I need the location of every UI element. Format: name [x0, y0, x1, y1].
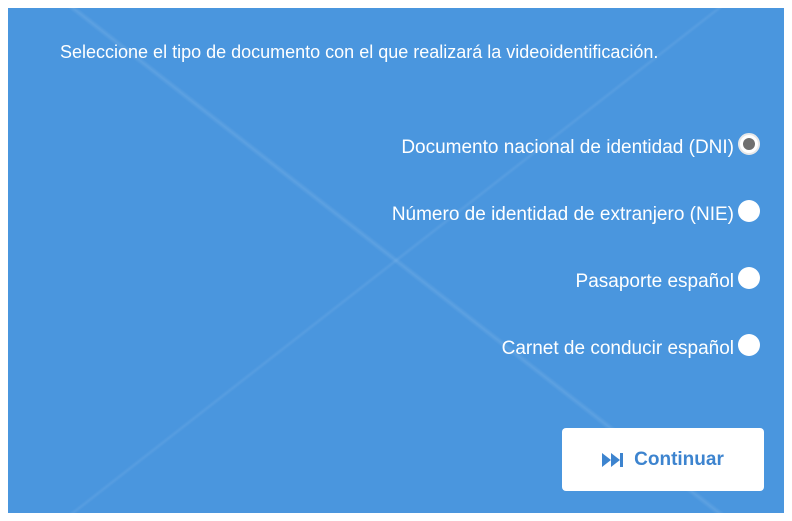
document-selection-panel: Seleccione el tipo de documento con el q…: [8, 8, 784, 513]
radio-carnet[interactable]: [738, 334, 760, 356]
option-nie-label: Número de identidad de extranjero (NIE): [391, 204, 734, 225]
option-pasaporte[interactable]: Pasaporte español: [576, 267, 760, 297]
option-pasaporte-label: Pasaporte español: [575, 271, 734, 292]
option-carnet[interactable]: Carnet de conducir español: [502, 334, 760, 364]
option-nie[interactable]: Número de identidad de extranjero (NIE): [392, 200, 760, 230]
fast-forward-icon: [602, 452, 624, 467]
option-dni[interactable]: Documento nacional de identidad (DNI): [401, 133, 760, 163]
radio-nie[interactable]: [738, 200, 760, 222]
document-type-radio-group: Documento nacional de identidad (DNI) Nú…: [392, 133, 760, 401]
radio-selected-dot: [743, 138, 755, 150]
option-dni-label: Documento nacional de identidad (DNI): [401, 137, 734, 158]
continue-button-label: Continuar: [634, 448, 724, 470]
radio-dni[interactable]: [738, 133, 760, 155]
radio-pasaporte[interactable]: [738, 267, 760, 289]
continue-button[interactable]: Continuar: [562, 428, 764, 491]
option-carnet-label: Carnet de conducir español: [501, 338, 734, 359]
instruction-text: Seleccione el tipo de documento con el q…: [60, 42, 659, 62]
